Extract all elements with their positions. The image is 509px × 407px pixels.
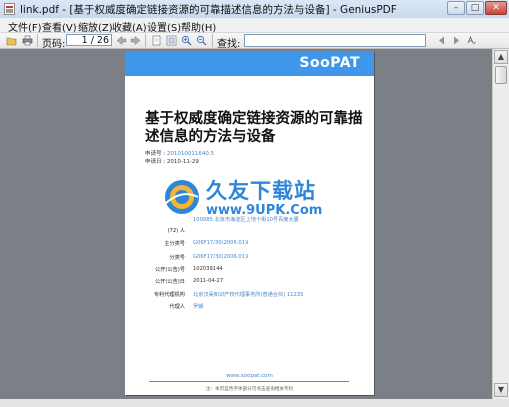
status-bar [0, 399, 509, 407]
row-value[interactable]: 罗朗 [193, 303, 203, 310]
page-label: 页码: [42, 39, 66, 50]
scroll-thumb[interactable] [495, 66, 507, 84]
page-number-input[interactable]: 1 / 26 [66, 34, 112, 46]
brand-band: SooPAT [125, 51, 374, 76]
row-label: 公开(公告)号 [155, 267, 185, 273]
document-viewer[interactable]: SooPAT 基于权威度确定链接资源的可靠描述信息的方法与设备 申请号 : 20… [0, 49, 492, 399]
footer-site[interactable]: www.soopat.com [125, 373, 374, 379]
minimize-button[interactable]: – [447, 1, 465, 15]
document-title: 基于权威度确定链接资源的可靠描述信息的方法与设备 [145, 111, 363, 145]
row-label: 代理人 [169, 304, 185, 310]
row-value: 2011-04-27 [193, 278, 224, 284]
footer-note: 注：本页蓝色字体部分可点击查询相关专利 [205, 387, 294, 392]
toolbar-separator [37, 34, 38, 47]
row-value[interactable]: 北京汉昊知识产权代理事务所(普通合伙) 11235 [193, 291, 303, 298]
fit-page-icon[interactable] [166, 35, 177, 46]
pdf-page: SooPAT 基于权威度确定链接资源的可靠描述信息的方法与设备 申请号 : 20… [125, 51, 374, 395]
brand-logo: SooPAT [299, 55, 360, 71]
watermark-title: 久友下载站 [206, 179, 316, 203]
search-prev-icon[interactable] [436, 35, 447, 46]
menu-help[interactable]: 帮助(H) [181, 19, 216, 34]
watermark-url: www.9UPK.Com [206, 203, 323, 218]
scroll-down-button[interactable]: ▼ [494, 383, 508, 397]
row-value[interactable]: G06F17/30(2006.01)I [193, 254, 249, 260]
toolbar-separator [145, 34, 146, 47]
close-button[interactable]: ✕ [485, 1, 507, 15]
row-value[interactable]: G06F17/30(2006.01)I [193, 240, 249, 246]
menu-settings[interactable]: 设置(S) [147, 19, 181, 34]
toolbar-separator [212, 34, 213, 47]
single-page-icon[interactable] [151, 35, 162, 46]
window-title: link.pdf - [基于权威度确定链接资源的可靠描述信息的方法与设备] - … [20, 4, 397, 16]
toolbar: 页码: 1 / 26 查找: [0, 33, 509, 50]
pdf-app-icon [4, 3, 15, 15]
maximize-button[interactable]: □ [466, 1, 484, 15]
open-folder-icon[interactable] [6, 35, 17, 46]
row-label: 主分类号 [164, 241, 185, 247]
row-label: 专利代理机构 [153, 292, 185, 298]
row-label: 分类号 [169, 255, 185, 261]
print-icon[interactable] [22, 35, 33, 46]
scroll-up-button[interactable]: ▲ [494, 50, 508, 64]
meta-application-number: 申请号 : 201010011640.5 [145, 151, 215, 157]
back-arrow-icon[interactable] [116, 35, 127, 46]
watermark-logo-icon [165, 180, 199, 214]
search-next-icon[interactable] [451, 35, 462, 46]
menu-file[interactable]: 文件(F) [8, 19, 42, 34]
footer-divider [149, 381, 349, 382]
zoom-in-icon[interactable] [181, 35, 192, 46]
row-label: 公开(公告)日 [155, 279, 185, 285]
menu-view[interactable]: 查看(V) [42, 19, 77, 34]
vertical-scrollbar[interactable]: ▲ ▼ [492, 49, 509, 399]
menu-zoom[interactable]: 缩放(Z) [78, 19, 113, 34]
zoom-out-icon[interactable] [196, 35, 207, 46]
forward-arrow-icon[interactable] [130, 35, 141, 46]
title-bar: link.pdf - [基于权威度确定链接资源的可靠描述信息的方法与设备] - … [0, 0, 509, 19]
search-label: 查找: [217, 39, 241, 50]
search-input[interactable] [244, 34, 426, 47]
menu-favorites[interactable]: 收藏(A) [112, 19, 147, 34]
row-value: 102039144 [193, 266, 223, 272]
app-window: link.pdf - [基于权威度确定链接资源的可靠描述信息的方法与设备] - … [0, 0, 509, 407]
menu-bar: 文件(F) 查看(V) 缩放(Z) 收藏(A) 设置(S) 帮助(H) [0, 18, 509, 34]
meta-application-date: 申请日 : 2010-11-29 [145, 159, 199, 165]
search-options-icon[interactable] [466, 35, 477, 46]
watermark: 久友下载站 www.9UPK.Com [162, 175, 362, 235]
